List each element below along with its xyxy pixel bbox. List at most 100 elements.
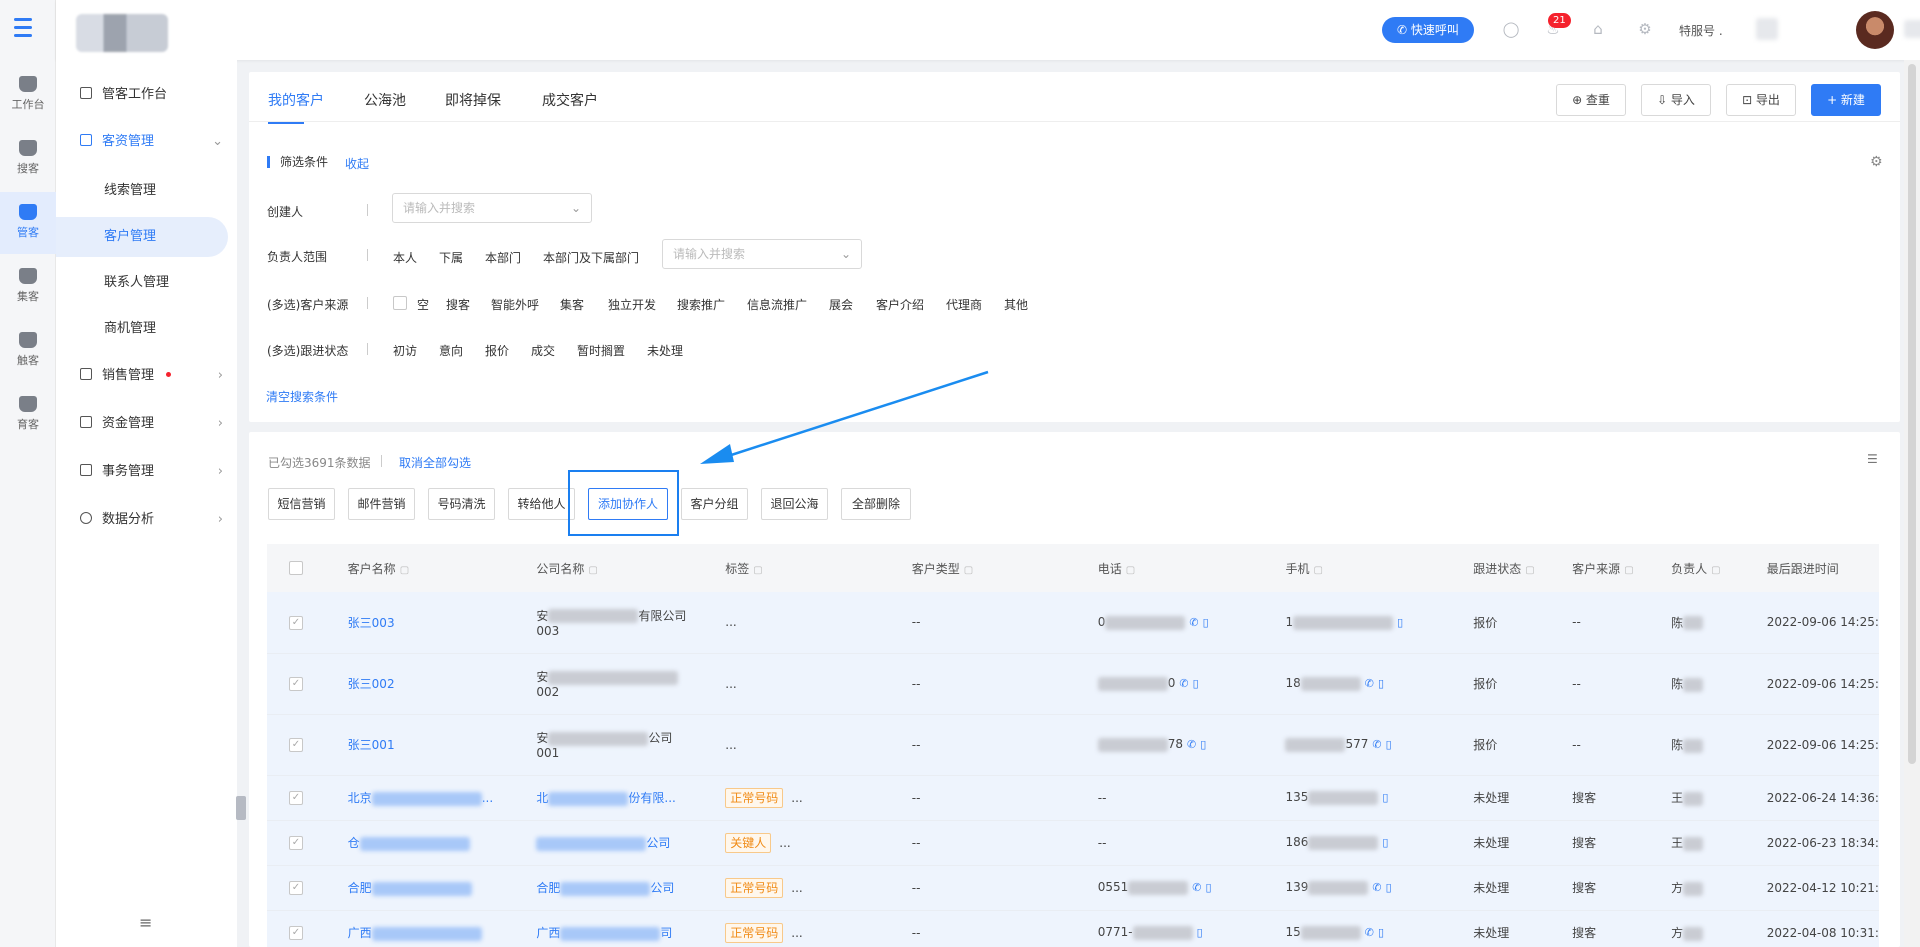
owner-opt-self[interactable]: 本人 <box>393 249 417 266</box>
column-header[interactable]: 标签 <box>725 562 749 576</box>
settings-gear-icon[interactable]: ⚙ <box>1636 20 1654 38</box>
tab-closed-customers[interactable]: 成交客户 <box>542 90 598 110</box>
mobile-icon[interactable]: ▯ <box>1200 738 1206 751</box>
phone-call-icon[interactable]: ✆ <box>1365 677 1374 690</box>
company-name-suffix[interactable]: 公司 <box>646 836 670 850</box>
phone-call-icon[interactable]: ✆ <box>1365 926 1374 939</box>
home-icon[interactable]: ⌂ <box>1589 20 1607 38</box>
company-name-prefix[interactable]: 广西 <box>536 926 560 940</box>
row-checkbox[interactable]: ✓ <box>289 835 303 850</box>
source-opt[interactable]: 搜索推广 <box>677 296 725 313</box>
column-settings-icon[interactable]: ☰ <box>1867 452 1878 466</box>
phone-call-icon[interactable]: ✆ <box>1189 616 1198 629</box>
collapse-filters-link[interactable]: 收起 <box>345 155 369 172</box>
sidebar-item-affairs-mgmt[interactable]: 事务管理 › <box>56 452 237 492</box>
scrollbar-thumb[interactable] <box>1908 64 1916 764</box>
tab-expiring[interactable]: 即将掉保 <box>445 90 501 110</box>
customer-group-button[interactable]: 客户分组 <box>681 488 748 520</box>
tag-more[interactable]: ... <box>779 836 790 850</box>
table-row[interactable]: ✓ 合肥 合肥 公司 正常号码... -- 0551 ✆ ▯ 139 ✆ ▯ 未处理 搜客… <box>267 865 1879 911</box>
source-opt[interactable]: 其他 <box>1004 296 1028 313</box>
sidebar-sub-opportunities[interactable]: 商机管理 <box>56 309 228 349</box>
sidebar-item-fund-mgmt[interactable]: 资金管理 › <box>56 404 237 444</box>
table-row[interactable]: ✓ 张三001 安公司 001 ... -- 78 ✆ ▯ 577 ✆ ▯ 报价 -- 陈… <box>267 714 1879 776</box>
customer-name-link[interactable]: 张三002 <box>348 677 395 691</box>
quick-call-button[interactable]: ✆ 快速呼叫 <box>1382 17 1474 43</box>
company-name-suffix[interactable]: 司 <box>660 926 672 940</box>
source-opt[interactable]: 展会 <box>829 296 853 313</box>
sidebar-sub-contacts[interactable]: 联系人管理 <box>56 263 228 303</box>
phone-call-icon[interactable]: ✆ <box>1187 738 1196 751</box>
row-checkbox[interactable]: ✓ <box>289 925 303 940</box>
follow-opt[interactable]: 初访 <box>393 342 417 359</box>
tag-more[interactable]: ... <box>791 926 802 940</box>
tag-more[interactable]: ... <box>791 881 802 895</box>
tab-public-pool[interactable]: 公海池 <box>364 90 406 110</box>
source-opt[interactable]: 代理商 <box>946 296 982 313</box>
hamburger-menu-icon[interactable] <box>14 18 42 40</box>
phone-call-icon[interactable]: ✆ <box>1192 881 1201 894</box>
export-button[interactable]: ⊡ 导出 <box>1726 84 1796 116</box>
sidebar-item-sales-mgmt[interactable]: 销售管理 › <box>56 356 237 396</box>
new-button[interactable]: + 新建 <box>1811 84 1881 116</box>
follow-opt[interactable]: 成交 <box>531 342 555 359</box>
sidebar-item-asset-mgmt[interactable]: 客资管理 ⌄ <box>56 122 237 162</box>
source-opt[interactable]: 空 <box>417 296 429 313</box>
column-header[interactable]: 电话 <box>1098 562 1122 576</box>
return-to-pool-button[interactable]: 退回公海 <box>761 488 828 520</box>
mobile-icon[interactable]: ▯ <box>1193 677 1199 690</box>
customer-name-link[interactable]: 合肥 <box>348 881 372 895</box>
follow-opt[interactable]: 报价 <box>485 342 509 359</box>
phone-call-icon[interactable]: ✆ <box>1179 677 1188 690</box>
company-name-suffix[interactable]: 份有限... <box>628 791 675 805</box>
rail-item-manage[interactable]: 管客 <box>0 192 56 254</box>
mobile-icon[interactable]: ▯ <box>1382 791 1388 804</box>
import-button[interactable]: ⇩ 导入 <box>1641 84 1711 116</box>
transfer-button[interactable]: 转给他人 <box>508 488 575 520</box>
sidebar-sub-customers[interactable]: 客户管理 <box>56 217 228 257</box>
column-header[interactable]: 跟进状态 <box>1473 562 1521 576</box>
cancel-all-selection-link[interactable]: 取消全部勾选 <box>399 454 471 471</box>
filter-settings-icon[interactable]: ⚙ <box>1870 154 1883 170</box>
sidebar-collapse-handle[interactable] <box>236 796 246 820</box>
sidebar-item-workbench[interactable]: 管客工作台 <box>56 75 237 115</box>
source-opt[interactable]: 搜客 <box>446 296 470 313</box>
customer-name-link[interactable]: 张三001 <box>348 738 395 752</box>
sidebar-sub-leads[interactable]: 线索管理 <box>56 171 228 211</box>
source-opt[interactable]: 独立开发 <box>608 296 656 313</box>
column-header[interactable]: 客户类型 <box>912 562 960 576</box>
row-checkbox[interactable]: ✓ <box>289 880 303 895</box>
customer-name-link[interactable]: 仓 <box>348 836 360 850</box>
mobile-icon[interactable]: ▯ <box>1378 677 1384 690</box>
creator-search-select[interactable]: 请输入并搜索 ⌄ <box>392 193 592 223</box>
row-checkbox[interactable]: ✓ <box>289 615 303 630</box>
tag-more[interactable]: ... <box>791 791 802 805</box>
customer-name-link[interactable]: 广西 <box>348 926 372 940</box>
collapse-menu-icon[interactable]: ≡ <box>139 913 152 932</box>
column-header[interactable]: 负责人 <box>1671 562 1707 576</box>
source-opt[interactable]: 客户介绍 <box>876 296 924 313</box>
column-header[interactable]: 最后跟进时间 <box>1767 562 1839 576</box>
column-header[interactable]: 公司名称 <box>536 562 584 576</box>
mobile-icon[interactable]: ▯ <box>1397 616 1403 629</box>
owner-opt-subordinates[interactable]: 下属 <box>439 249 463 266</box>
number-clean-button[interactable]: 号码清洗 <box>428 488 495 520</box>
phone-call-icon[interactable]: ✆ <box>1372 738 1381 751</box>
table-row[interactable]: ✓ 广西 广西 司 正常号码... -- 0771- ▯ 15 ✆ ▯ 未处理 搜客 方… <box>267 910 1879 947</box>
table-row[interactable]: ✓ 仓 公司 关键人... -- -- 186 ▯ 未处理 搜客 王 2022-0… <box>267 820 1879 866</box>
row-checkbox[interactable]: ✓ <box>289 790 303 805</box>
follow-opt[interactable]: 未处理 <box>647 342 683 359</box>
phone-call-icon[interactable]: ✆ <box>1372 881 1381 894</box>
rail-item-collect[interactable]: 集客 <box>0 256 56 318</box>
customer-name-link[interactable]: 张三003 <box>348 616 395 630</box>
mobile-icon[interactable]: ▯ <box>1386 738 1392 751</box>
table-row[interactable]: ✓ 张三003 安 有限公司 003 ... -- 0 ✆ ▯ 1 ▯ 报价 -- 陈 2… <box>267 592 1879 654</box>
mobile-icon[interactable]: ▯ <box>1378 926 1384 939</box>
source-opt[interactable]: 智能外呼 <box>491 296 539 313</box>
row-checkbox[interactable]: ✓ <box>289 676 303 691</box>
headset-icon[interactable]: ◯ <box>1502 20 1520 38</box>
table-row[interactable]: ✓ 张三002 安 002 ... -- 0 ✆ ▯ 18 ✆ ▯ 报价 -- 陈 202… <box>267 653 1879 715</box>
rail-item-nurture[interactable]: 育客 <box>0 384 56 446</box>
rail-item-search[interactable]: 搜客 <box>0 128 56 190</box>
tab-my-customers[interactable]: 我的客户 <box>268 90 324 110</box>
